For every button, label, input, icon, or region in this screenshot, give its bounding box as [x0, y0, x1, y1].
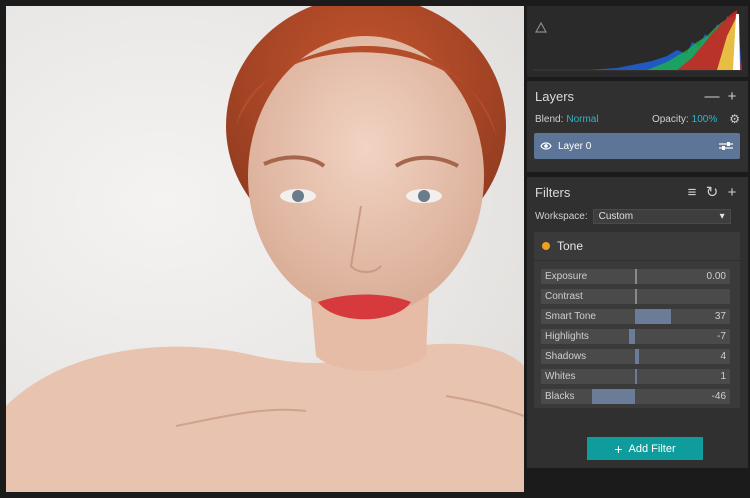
- slider-label: Smart Tone: [545, 311, 596, 322]
- workspace-row: Workspace: Custom ▾: [527, 207, 748, 225]
- blend-row: Blend: Normal Opacity: 100% ⚙: [527, 111, 748, 127]
- opacity-value[interactable]: 100%: [692, 114, 718, 125]
- slider-fill: [635, 309, 671, 324]
- add-list-icon[interactable]: ≡: [684, 184, 700, 201]
- slider-fill: [635, 349, 639, 364]
- photo-canvas[interactable]: [6, 6, 524, 492]
- filters-title: Filters: [535, 184, 571, 200]
- tone-dot-icon: [542, 242, 550, 250]
- slider-label: Contrast: [545, 291, 583, 302]
- slider-center-mark: [635, 269, 637, 284]
- slider-fill: [629, 329, 635, 344]
- slider-value: 1: [720, 371, 726, 382]
- warning-triangle-icon[interactable]: [534, 21, 548, 33]
- slider-value: 0.00: [706, 271, 726, 282]
- plus-icon[interactable]: +: [724, 88, 740, 105]
- layers-title: Layers: [535, 88, 575, 104]
- minus-icon[interactable]: —: [704, 88, 720, 105]
- slider-value: -46: [711, 391, 726, 402]
- whites-slider[interactable]: Whites 1: [541, 369, 730, 384]
- workspace-dropdown[interactable]: Custom ▾: [592, 208, 731, 224]
- exposure-slider[interactable]: Exposure 0.00: [541, 269, 730, 284]
- opacity-label: Opacity:: [651, 113, 689, 125]
- plus-icon: +: [614, 440, 623, 457]
- shadows-slider[interactable]: Shadows 4: [541, 349, 730, 364]
- chevron-down-icon: ▾: [719, 210, 725, 222]
- slider-label: Blacks: [545, 391, 575, 402]
- slider-fill: [592, 389, 635, 404]
- add-filter-label: Add Filter: [628, 442, 676, 455]
- workspace-label: Workspace:: [535, 210, 588, 222]
- slider-label: Whites: [545, 371, 576, 382]
- layers-header: Layers — +: [527, 81, 748, 111]
- layer-item[interactable]: Layer 0: [534, 133, 740, 159]
- tone-header[interactable]: Tone: [534, 232, 740, 261]
- gear-icon[interactable]: ⚙: [729, 112, 740, 126]
- slider-label: Shadows: [545, 351, 587, 362]
- sliders-icon[interactable]: [718, 140, 734, 152]
- tone-filter-group: Tone Exposure 0.00 Contrast Smart Tone 3…: [534, 232, 740, 408]
- smart-tone-slider[interactable]: Smart Tone 37: [541, 309, 730, 324]
- highlights-slider[interactable]: Highlights -7: [541, 329, 730, 344]
- blend-label: Blend:: [535, 113, 564, 125]
- tone-title: Tone: [557, 239, 584, 253]
- slider-value: -7: [717, 331, 726, 342]
- layers-panel: Layers — + Blend: Normal Opacity: 100% ⚙…: [527, 81, 748, 172]
- blend-dropdown[interactable]: Normal: [566, 114, 598, 125]
- slider-label: Highlights: [545, 331, 589, 342]
- eye-icon[interactable]: [540, 141, 552, 151]
- blacks-slider[interactable]: Blacks -46: [541, 389, 730, 404]
- refresh-icon[interactable]: ↻: [704, 184, 720, 201]
- slider-value: 4: [720, 351, 726, 362]
- workspace-value: Custom: [598, 210, 634, 222]
- contrast-slider[interactable]: Contrast: [541, 289, 730, 304]
- filters-panel: Filters ≡ ↻ + Workspace: Custom ▾ Tone E…: [527, 177, 748, 468]
- slider-label: Exposure: [545, 271, 588, 282]
- histogram-chart: [533, 10, 742, 71]
- portrait-image: [6, 6, 524, 492]
- plus-icon[interactable]: +: [724, 184, 740, 201]
- slider-fill: [635, 369, 637, 384]
- histogram-panel: [527, 6, 748, 77]
- add-filter-button[interactable]: + Add Filter: [587, 437, 703, 460]
- slider-value: 37: [714, 311, 726, 322]
- layer-name: Layer 0: [558, 140, 592, 152]
- slider-center-mark: [635, 289, 637, 304]
- filters-header: Filters ≡ ↻ +: [527, 177, 748, 207]
